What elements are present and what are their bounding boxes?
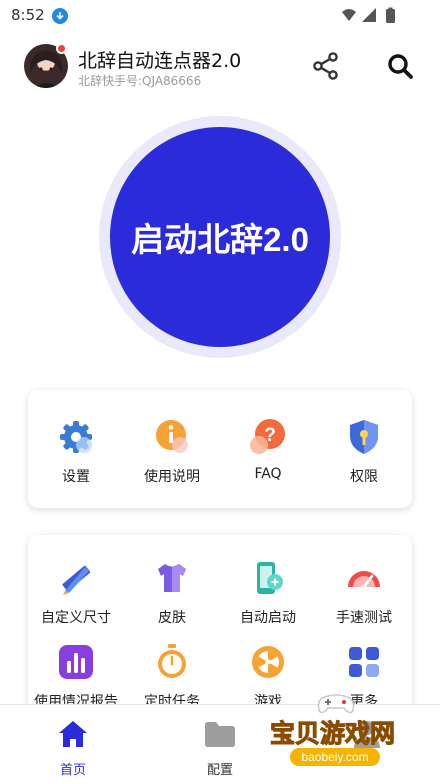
grid-icon [345, 643, 383, 681]
status-bar: 8:52 [0, 0, 440, 32]
nav-tab-label: 首页 [59, 763, 86, 778]
menu-item-custom-size[interactable]: 自定义尺寸 [28, 559, 124, 627]
signal-icon [362, 8, 376, 22]
phone-link-icon [249, 559, 287, 597]
notification-badge [56, 43, 67, 54]
menu-item-label: 手速测试 [336, 610, 392, 626]
menu-item-speed-test[interactable]: 手速测试 [316, 559, 412, 627]
shield-icon [345, 418, 383, 456]
menu-item-skin[interactable]: 皮肤 [124, 559, 220, 627]
menu-item-label: 自动启动 [240, 610, 296, 626]
speedometer-icon [345, 559, 383, 597]
menu-item-permissions[interactable]: 权限 [316, 418, 412, 486]
menu-item-label: FAQ [254, 466, 282, 482]
share-icon [313, 52, 338, 80]
wheel-icon [249, 643, 287, 681]
search-button[interactable] [384, 50, 416, 82]
ruler-pencil-icon [57, 559, 95, 597]
status-indicators [342, 7, 395, 23]
shirt-icon [153, 559, 191, 597]
app-title: 北辞自动连点器2.0 [78, 50, 242, 72]
watermark-text: 宝贝游戏网 [269, 719, 396, 749]
menu-item-settings[interactable]: 设置 [28, 418, 124, 486]
search-icon [388, 54, 413, 79]
menu-item-auto-start[interactable]: 自动启动 [220, 559, 316, 627]
download-icon [52, 8, 68, 24]
wifi-icon [342, 9, 356, 21]
watermark-url: baobeiy.com [290, 748, 380, 766]
app-header: 北辞自动连点器2.0 北辞快手号:QJA86666 [0, 40, 440, 96]
nav-tab-label: 配置 [206, 763, 233, 778]
menu-item-label: 皮肤 [158, 610, 186, 626]
gear-icon [57, 418, 95, 456]
home-icon [59, 721, 87, 747]
info-icon [153, 418, 191, 456]
menu-item-usage-report[interactable]: 使用情况报告 [28, 643, 124, 711]
battery-icon [386, 9, 395, 23]
nav-tab-config[interactable]: 配置 [180, 719, 260, 778]
menu-item-faq[interactable]: ? FAQ [220, 418, 316, 482]
gamepad-logo [317, 694, 355, 714]
start-button[interactable]: 启动北辞2.0 [110, 127, 330, 347]
nav-tab-home[interactable]: 首页 [33, 719, 113, 778]
folder-icon [205, 722, 235, 747]
app-subtitle: 北辞快手号:QJA86666 [78, 74, 202, 88]
menu-item-scheduled-task[interactable]: 定时任务 [124, 643, 220, 711]
menu-item-label: 自定义尺寸 [41, 610, 111, 626]
watermark: 宝贝游戏网 baobeiy.com [266, 690, 416, 776]
status-time: 8:52 [11, 6, 45, 24]
menu-item-manual[interactable]: 使用说明 [124, 418, 220, 486]
share-button[interactable] [310, 50, 342, 82]
start-button-label: 启动北辞2.0 [131, 221, 309, 258]
menu-item-label: 设置 [62, 469, 90, 485]
question-icon: ? [249, 418, 287, 456]
stopwatch-icon [153, 643, 191, 681]
menu-item-label: 权限 [350, 469, 378, 485]
bar-chart-icon [57, 643, 95, 681]
quick-menu-card: 设置 使用说明 ? FAQ 权限 [28, 390, 412, 508]
menu-item-label: 使用说明 [144, 469, 200, 485]
